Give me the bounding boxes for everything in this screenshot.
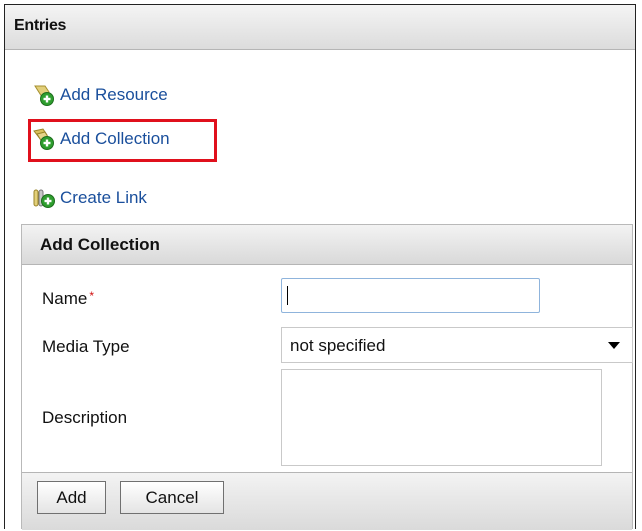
- create-link-icon: [32, 186, 56, 210]
- create-link-link[interactable]: Create Link: [32, 183, 147, 213]
- add-button[interactable]: Add: [37, 481, 106, 514]
- cancel-button[interactable]: Cancel: [120, 481, 224, 514]
- create-link-label: Create Link: [60, 188, 147, 207]
- add-collection-form: Add Collection Name * Media Type not spec…: [21, 224, 633, 530]
- highlight-box: [28, 119, 217, 162]
- text-caret: [287, 286, 288, 305]
- required-marker: *: [89, 289, 95, 303]
- name-label-text: Name: [42, 289, 88, 308]
- add-resource-label: Add Resource: [60, 85, 168, 104]
- form-title: Add Collection: [40, 235, 160, 254]
- description-textarea[interactable]: [281, 369, 602, 466]
- button-bar: Add Cancel: [22, 472, 632, 530]
- name-label: Name *: [42, 289, 94, 309]
- chevron-down-icon: [608, 342, 620, 349]
- name-input[interactable]: [281, 278, 540, 313]
- media-type-label: Media Type: [42, 337, 130, 356]
- entries-title: Entries: [14, 17, 67, 34]
- description-label: Description: [42, 408, 128, 427]
- add-resource-link[interactable]: Add Resource: [32, 80, 168, 110]
- media-type-value: not specified: [290, 336, 386, 355]
- add-resource-icon: [32, 83, 56, 107]
- entries-header: Entries: [5, 5, 635, 50]
- form-header: Add Collection: [22, 225, 632, 265]
- media-type-select[interactable]: not specified: [281, 327, 633, 363]
